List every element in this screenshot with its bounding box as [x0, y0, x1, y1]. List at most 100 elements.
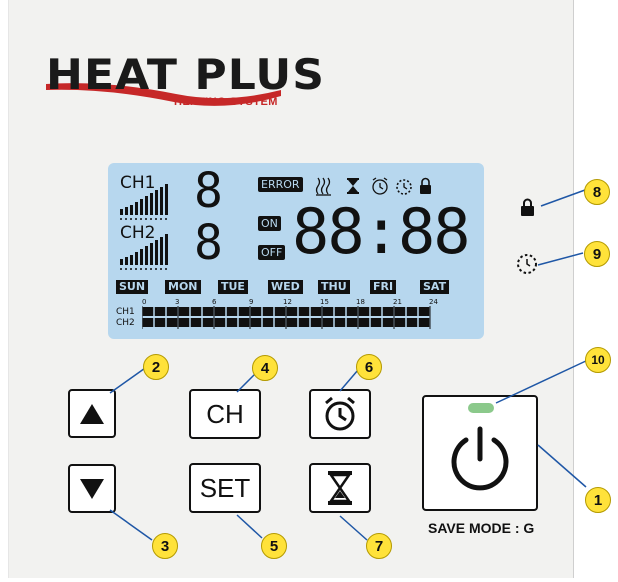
- ch2-level-bars: [120, 234, 168, 265]
- day-fri: FRI: [370, 280, 397, 294]
- error-indicator: ERROR: [258, 177, 303, 192]
- schedule-cell-ch1-h22: [406, 307, 418, 316]
- schedule-cell-ch1-h14: [310, 307, 322, 316]
- callout-3: 3: [152, 533, 178, 559]
- ch-button-label: CH: [206, 398, 244, 429]
- day-wed: WED: [268, 280, 303, 294]
- tick-24: 24: [429, 298, 438, 306]
- callout-10: 10: [585, 347, 611, 373]
- schedule-cell-ch2-h1: [154, 318, 166, 327]
- schedule-cell-ch1-h12: [286, 307, 298, 316]
- tick-21: 21: [393, 298, 402, 306]
- day-sun: SUN: [116, 280, 149, 294]
- schedule-cell-ch2-h19: [370, 318, 382, 327]
- ch-button[interactable]: CH: [189, 389, 261, 439]
- schedule-grid: [142, 306, 431, 329]
- day-thu: THU: [318, 280, 350, 294]
- schedule-cell-ch1-h19: [370, 307, 382, 316]
- schedule-cell-ch2-h15: [322, 318, 334, 327]
- schedule-cell-ch1-h10: [262, 307, 274, 316]
- schedule-cell-ch1-h23: [418, 307, 430, 316]
- schedule-cell-ch1-h16: [334, 307, 346, 316]
- schedule-cell-ch2-h14: [310, 318, 322, 327]
- power-button[interactable]: [422, 395, 538, 511]
- heating-icon: [315, 177, 331, 196]
- schedule-cell-ch2-h5: [202, 318, 214, 327]
- schedule-cell-ch2-h3: [178, 318, 190, 327]
- schedule-cell-ch2-h16: [334, 318, 346, 327]
- callout-7: 7: [366, 533, 392, 559]
- schedule-cell-ch2-h18: [358, 318, 370, 327]
- lock-indicator-icon: [521, 198, 534, 216]
- up-button[interactable]: [68, 389, 116, 438]
- schedule-cell-ch2-h4: [190, 318, 202, 327]
- schedule-cell-ch1-h4: [190, 307, 202, 316]
- schedule-row-ch1-label: CH1: [116, 307, 135, 317]
- alarm-clock-icon: [325, 396, 355, 431]
- day-sat: SAT: [420, 280, 450, 294]
- schedule-cell-ch1-h3: [178, 307, 190, 316]
- schedule-cell-ch2-h12: [286, 318, 298, 327]
- schedule-cell-ch1-h2: [166, 307, 178, 316]
- schedule-cell-ch1-h11: [274, 307, 286, 316]
- triangle-up-icon: [80, 403, 104, 424]
- tick-3: 3: [175, 298, 180, 306]
- schedule-cell-ch1-h8: [238, 307, 250, 316]
- schedule-cell-ch1-h18: [358, 307, 370, 316]
- schedule-cell-ch1-h7: [226, 307, 238, 316]
- schedule-cell-ch2-h6: [214, 318, 226, 327]
- alarm-button[interactable]: [309, 389, 371, 439]
- schedule-cell-ch1-h21: [394, 307, 406, 316]
- logo-subtitle: HEATING SYSTEM: [174, 96, 278, 108]
- callout-9: 9: [584, 241, 610, 267]
- schedule-row-ch2-label: CH2: [116, 318, 135, 328]
- hourglass-icon: [347, 178, 359, 194]
- schedule-cell-ch1-h1: [154, 307, 166, 316]
- off-indicator: OFF: [258, 245, 286, 260]
- down-button[interactable]: [68, 464, 116, 513]
- callout-4: 4: [252, 355, 278, 381]
- level-bars: [120, 184, 168, 270]
- schedule-cell-ch2-h13: [298, 318, 310, 327]
- day-mon: MON: [165, 280, 201, 294]
- save-mode-label: SAVE MODE : G: [428, 520, 535, 536]
- schedule-cell-ch1-h5: [202, 307, 214, 316]
- schedule-cell-ch2-h20: [382, 318, 394, 327]
- tick-6: 6: [212, 298, 217, 306]
- tick-18: 18: [356, 298, 365, 306]
- tick-0: 0: [142, 298, 147, 306]
- callout-2: 2: [143, 354, 169, 380]
- schedule-cell-ch1-h9: [250, 307, 262, 316]
- schedule-cell-ch1-h17: [346, 307, 358, 316]
- callout-5: 5: [261, 533, 287, 559]
- lcd-display: CH1 CH2 8 8 ERROR ON OFF 88:88 SUN MON T…: [108, 163, 484, 339]
- schedule-cell-ch1-h13: [298, 307, 310, 316]
- schedule-cell-ch2-h2: [166, 318, 178, 327]
- tick-9: 9: [249, 298, 254, 306]
- callout-6: 6: [356, 354, 382, 380]
- set-button-label: SET: [199, 472, 251, 503]
- schedule-cell-ch1-h15: [322, 307, 334, 316]
- schedule-cell-ch1-h0: [142, 307, 154, 316]
- callout-8: 8: [584, 179, 610, 205]
- on-indicator: ON: [258, 216, 281, 231]
- schedule-cell-ch2-h17: [346, 318, 358, 327]
- ch2-digit: 8: [194, 215, 223, 271]
- schedule-cell-ch2-h22: [406, 318, 418, 327]
- tick-12: 12: [283, 298, 292, 306]
- schedule-cell-ch1-h6: [214, 307, 226, 316]
- schedule-cell-ch2-h9: [250, 318, 262, 327]
- timer-button[interactable]: [309, 463, 371, 513]
- ch1-level-bars: [120, 184, 168, 215]
- triangle-down-icon: [80, 478, 104, 499]
- clock-display: 88:88: [292, 195, 471, 268]
- heat-plus-logo: HEAT PLUS HEATING SYSTEM: [46, 50, 324, 130]
- set-button[interactable]: SET: [189, 463, 261, 513]
- tick-15: 15: [320, 298, 329, 306]
- schedule-cell-ch2-h23: [418, 318, 430, 327]
- logo-text: HEAT PLUS: [46, 50, 326, 99]
- status-icons: [315, 177, 431, 196]
- schedule-cell-ch2-h10: [262, 318, 274, 327]
- lock-icon: [420, 177, 431, 194]
- power-icon: [451, 426, 509, 491]
